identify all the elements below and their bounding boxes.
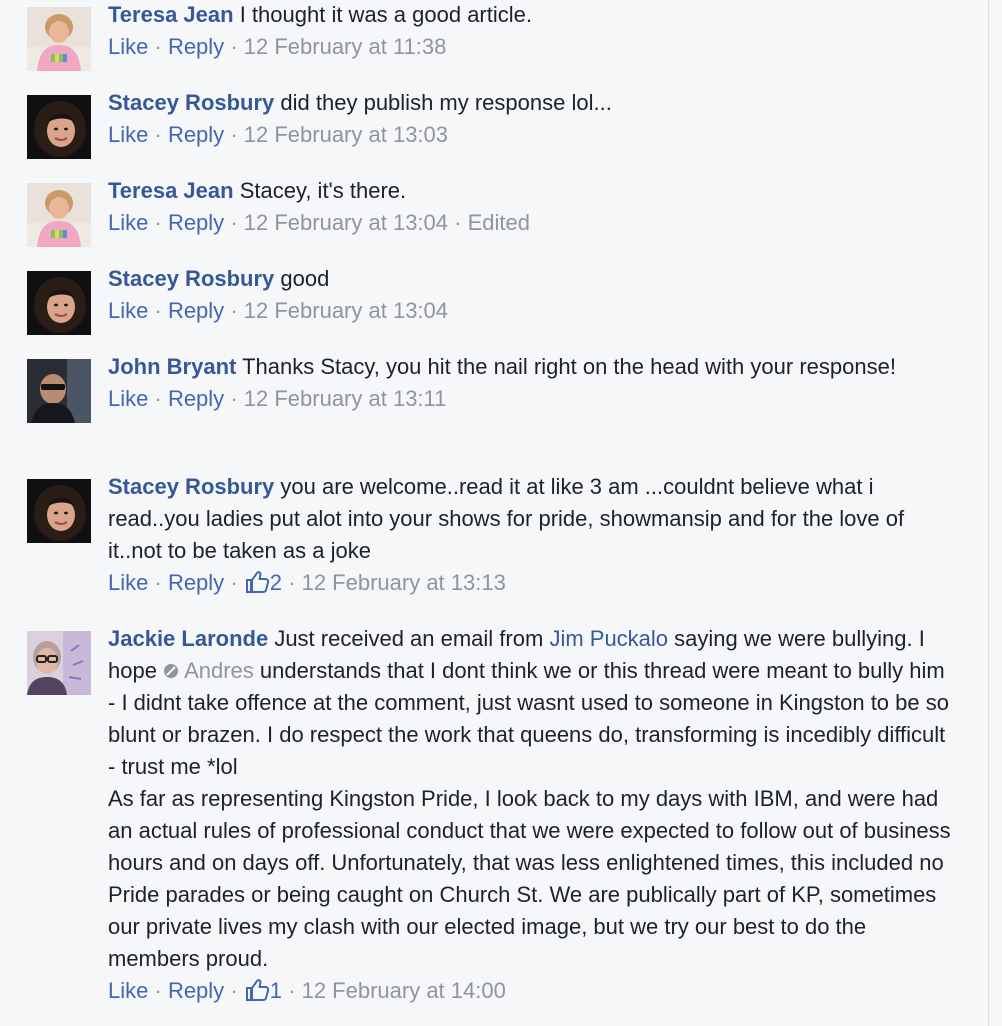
comment-author[interactable]: John Bryant <box>108 354 236 379</box>
comment-text-block: Jackie Laronde Just received an email fr… <box>108 623 957 975</box>
comment-actions: Like · Reply · 1 · 12 February at 14:00 <box>108 975 957 1007</box>
comment-author[interactable]: Stacey Rosbury <box>108 266 274 291</box>
like-link[interactable]: Like <box>108 570 148 595</box>
avatar[interactable] <box>27 271 91 335</box>
separator-dot: · <box>230 34 238 59</box>
comment-thread: Teresa Jean I thought it was a good arti… <box>0 0 989 1026</box>
like-link[interactable]: Like <box>108 978 148 1003</box>
like-link[interactable]: Like <box>108 210 148 235</box>
comment-text: did they publish my response lol... <box>280 90 612 115</box>
reply-link[interactable]: Reply <box>168 34 224 59</box>
comment-actions: Like · Reply · 12 February at 13:04 <box>108 295 957 327</box>
thumbs-up-icon <box>244 977 270 1003</box>
avatar[interactable] <box>27 183 91 247</box>
separator-dot: · <box>288 570 296 595</box>
comment-text: I thought it was a good article. <box>239 2 532 27</box>
comment-text: Stacey, it's there. <box>239 178 407 203</box>
comment-timestamp[interactable]: 12 February at 13:13 <box>302 570 506 595</box>
separator-dot: · <box>230 386 238 411</box>
separator-dot: · <box>230 570 238 595</box>
comment-text: good <box>280 266 330 291</box>
thumbs-up-icon <box>244 569 270 595</box>
avatar[interactable] <box>27 631 91 695</box>
like-link[interactable]: Like <box>108 34 148 59</box>
like-count-value: 1 <box>269 978 283 1003</box>
avatar[interactable] <box>27 7 91 71</box>
separator-dot: · <box>288 978 296 1003</box>
comment-author[interactable]: Teresa Jean <box>108 2 234 27</box>
comment-author[interactable]: Stacey Rosbury <box>108 474 274 499</box>
comment-body: Teresa Jean I thought it was a good arti… <box>108 2 957 63</box>
separator-dot: · <box>230 298 238 323</box>
comment-actions: Like · Reply · 12 February at 13:03 <box>108 119 957 151</box>
avatar[interactable] <box>27 359 91 423</box>
comment-text: Thanks Stacy, you hit the nail right on … <box>242 354 896 379</box>
reply-link[interactable]: Reply <box>168 978 224 1003</box>
comment-text-block: John Bryant Thanks Stacy, you hit the na… <box>108 351 957 383</box>
separator-dot: · <box>154 34 162 59</box>
like-count[interactable]: 1 <box>244 978 282 1003</box>
comment-author[interactable]: Jackie Laronde <box>108 626 268 651</box>
like-link[interactable]: Like <box>108 122 148 147</box>
reply-link[interactable]: Reply <box>168 386 224 411</box>
comment-body: John Bryant Thanks Stacy, you hit the na… <box>108 354 957 415</box>
like-count-value: 2 <box>269 570 283 595</box>
comment-text-block: Teresa Jean Stacey, it's there. <box>108 175 957 207</box>
separator-dot: · <box>154 122 162 147</box>
comment-text-block: Stacey Rosbury you are welcome..read it … <box>108 471 957 567</box>
comment-timestamp[interactable]: 12 February at 13:04 <box>244 210 448 235</box>
comment-author[interactable]: Stacey Rosbury <box>108 90 274 115</box>
separator-dot: · <box>230 122 238 147</box>
comment-timestamp[interactable]: 12 February at 11:38 <box>244 34 447 59</box>
reply-link[interactable]: Reply <box>168 570 224 595</box>
separator-dot: · <box>230 210 238 235</box>
no-entry-icon <box>164 664 179 678</box>
comment-text: Just received an email from <box>274 626 544 651</box>
separator-dot: · <box>230 978 238 1003</box>
avatar[interactable] <box>27 479 91 543</box>
comment-author[interactable]: Teresa Jean <box>108 178 234 203</box>
comment-body: Teresa Jean Stacey, it's there. Like · R… <box>108 178 957 239</box>
edited-label[interactable]: Edited <box>468 210 530 235</box>
comment-timestamp[interactable]: 12 February at 13:03 <box>244 122 448 147</box>
separator-dot: · <box>454 210 462 235</box>
mention-link[interactable]: Andres <box>163 658 254 683</box>
comment-body: Jackie Laronde Just received an email fr… <box>108 626 957 1007</box>
comment-text-block: Stacey Rosbury did they publish my respo… <box>108 87 957 119</box>
like-link[interactable]: Like <box>108 298 148 323</box>
separator-dot: · <box>154 978 162 1003</box>
separator-dot: · <box>154 386 162 411</box>
like-link[interactable]: Like <box>108 386 148 411</box>
comment-body: Stacey Rosbury good Like · Reply · 12 Fe… <box>108 266 957 327</box>
separator-dot: · <box>154 210 162 235</box>
comment-actions: Like · Reply · 2 · 12 February at 13:13 <box>108 567 957 599</box>
comment-body: Stacey Rosbury you are welcome..read it … <box>108 474 957 599</box>
reply-link[interactable]: Reply <box>168 210 224 235</box>
comment-timestamp[interactable]: 12 February at 13:04 <box>244 298 448 323</box>
comment-actions: Like · Reply · 12 February at 13:11 <box>108 383 957 415</box>
reply-link[interactable]: Reply <box>168 122 224 147</box>
comment-actions: Like · Reply · 12 February at 13:04 · Ed… <box>108 207 957 239</box>
comment-actions: Like · Reply · 12 February at 11:38 <box>108 31 957 63</box>
comment-body: Stacey Rosbury did they publish my respo… <box>108 90 957 151</box>
comment-timestamp[interactable]: 12 February at 13:11 <box>244 386 447 411</box>
comment-text-block: Stacey Rosbury good <box>108 263 957 295</box>
mention-link[interactable]: Jim Puckalo <box>549 626 668 651</box>
like-count[interactable]: 2 <box>244 570 282 595</box>
mention-text: Andres <box>184 658 254 683</box>
comment-text: As far as representing Kingston Pride, I… <box>108 786 951 971</box>
separator-dot: · <box>154 298 162 323</box>
avatar[interactable] <box>27 95 91 159</box>
comment-text-block: Teresa Jean I thought it was a good arti… <box>108 0 957 31</box>
separator-dot: · <box>154 570 162 595</box>
reply-link[interactable]: Reply <box>168 298 224 323</box>
comment-timestamp[interactable]: 12 February at 14:00 <box>302 978 506 1003</box>
